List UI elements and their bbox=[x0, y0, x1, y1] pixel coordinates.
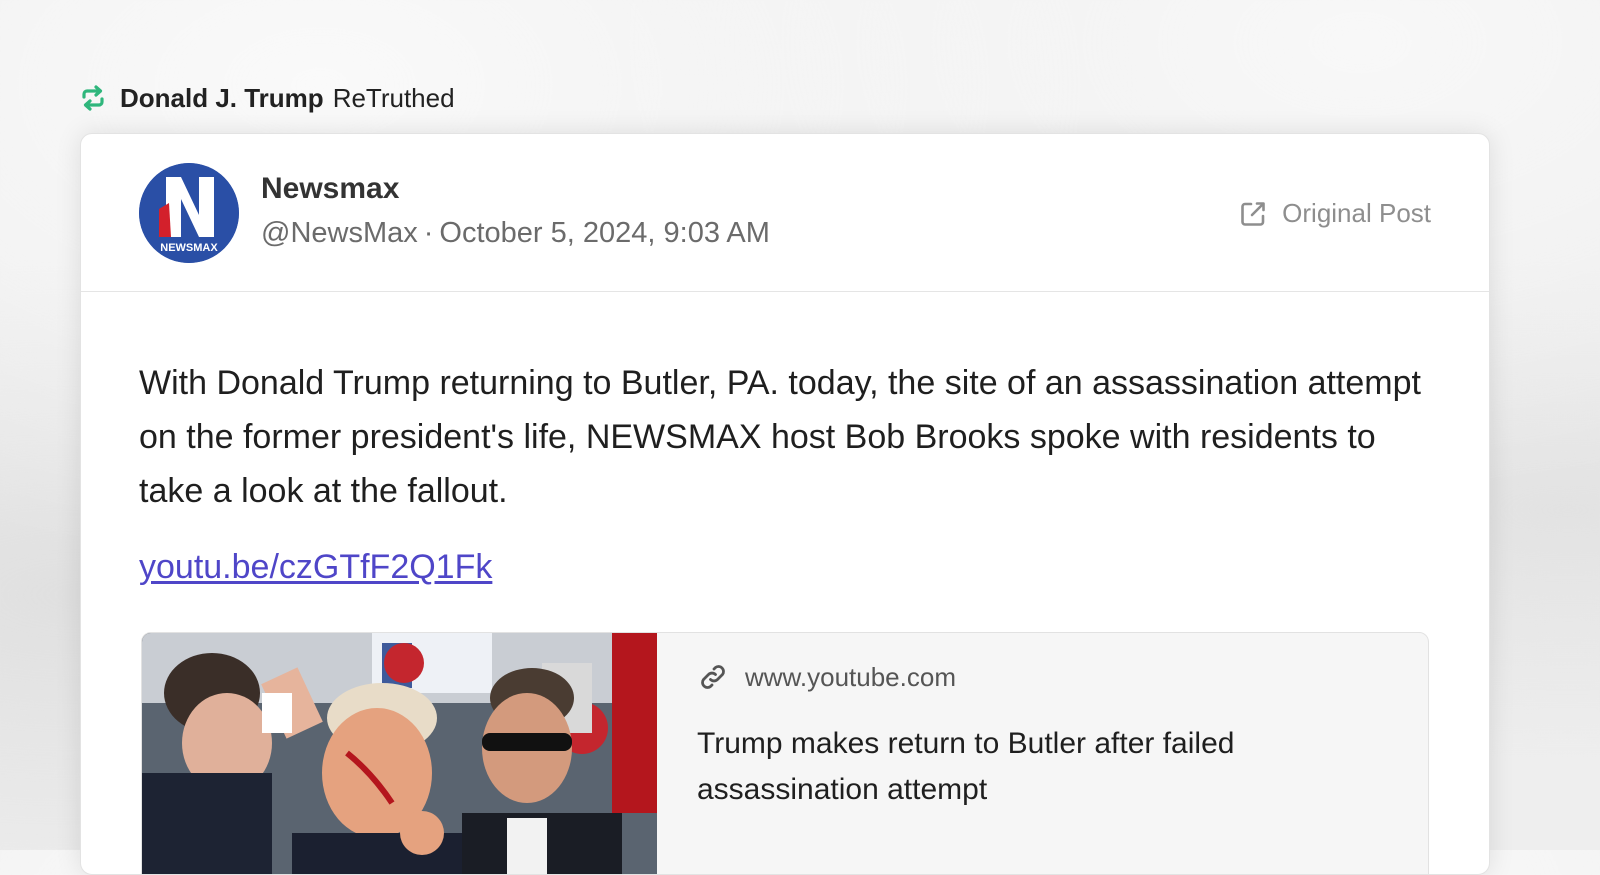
avatar-label: NEWSMAX bbox=[160, 242, 218, 254]
post-text: With Donald Trump returning to Butler, P… bbox=[139, 364, 1421, 510]
newsmax-logo-icon: NEWSMAX bbox=[139, 163, 239, 263]
external-link-icon bbox=[1238, 199, 1268, 229]
post-link[interactable]: youtu.be/czGTfF2Q1Fk bbox=[139, 548, 492, 587]
link-preview-card[interactable]: www.youtube.com Trump makes return to Bu… bbox=[141, 632, 1429, 874]
account-name[interactable]: Newsmax bbox=[261, 172, 399, 206]
retruth-header: Donald J. Trump ReTruthed bbox=[79, 82, 455, 114]
post-card: NEWSMAX Newsmax @NewsMax · October 5, 2024… bbox=[80, 133, 1490, 875]
post-timestamp[interactable]: October 5, 2024, 9:03 AM bbox=[439, 217, 769, 249]
link-icon bbox=[697, 661, 729, 693]
post-body: With Donald Trump returning to Butler, P… bbox=[81, 356, 1489, 587]
original-post-link[interactable]: Original Post bbox=[1238, 198, 1431, 229]
post-header: NEWSMAX Newsmax @NewsMax · October 5, 2024… bbox=[81, 134, 1489, 292]
original-post-label: Original Post bbox=[1282, 198, 1431, 228]
avatar[interactable]: NEWSMAX bbox=[139, 163, 239, 263]
preview-domain: www.youtube.com bbox=[697, 661, 956, 693]
preview-domain-text: www.youtube.com bbox=[745, 661, 956, 692]
retruth-icon bbox=[79, 84, 107, 112]
preview-thumbnail bbox=[142, 633, 657, 874]
account-handle[interactable]: @NewsMax bbox=[261, 217, 418, 249]
preview-title: Trump makes return to Butler after faile… bbox=[697, 727, 1235, 806]
retruth-user-name[interactable]: Donald J. Trump bbox=[120, 83, 324, 114]
preview-thumbnail-image bbox=[142, 633, 657, 874]
retruth-action-label: ReTruthed bbox=[332, 82, 455, 113]
meta-separator: · bbox=[423, 217, 434, 249]
account-meta: @NewsMax · October 5, 2024, 9:03 AM bbox=[261, 217, 770, 250]
